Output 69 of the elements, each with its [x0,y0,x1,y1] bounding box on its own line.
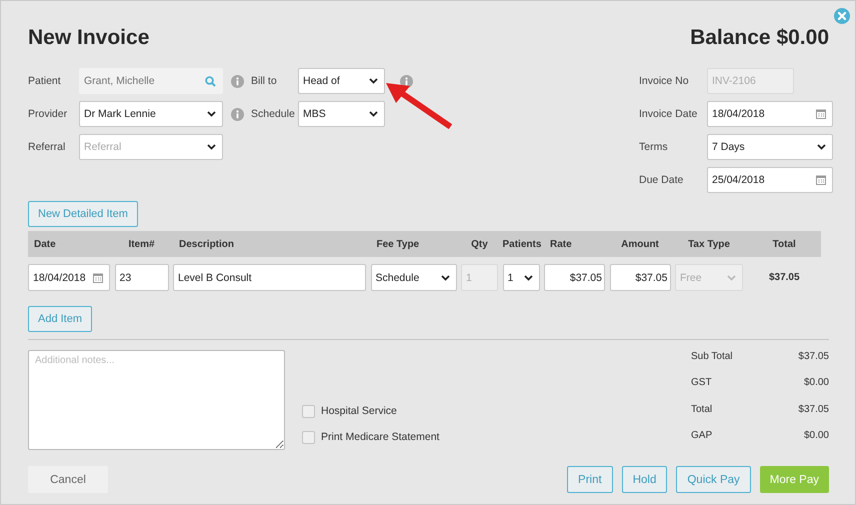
search-field[interactable]: Grant, Michelle [79,68,223,94]
calendar-icon[interactable] [93,272,103,282]
total-label: GST [691,377,712,388]
column-header: Item# [127,238,156,250]
search-icon [205,76,216,86]
column-header: Tax Type [687,238,731,250]
checkbox[interactable] [302,430,315,444]
dropdown[interactable]: 7 Days [707,134,833,160]
input-field[interactable]: $37.05 [544,264,605,291]
chevron-icon [440,274,450,280]
action-button[interactable]: Cancel [28,466,108,493]
info-icon[interactable] [400,74,412,88]
total-value: $0.00 [804,377,829,388]
field-label: Due Date [639,174,684,186]
chevron-icon [369,111,378,117]
balance-amount: Balance $0.00 [690,26,829,50]
close-icon[interactable] [834,8,850,24]
column-header: Rate [549,238,573,250]
calendar-icon[interactable] [816,175,826,185]
dialog-title: New Invoice [28,26,150,50]
dropdown[interactable]: Dr Mark Lennie [79,101,223,127]
dropdown[interactable]: 1 [502,264,540,291]
chevron-icon [817,144,826,150]
field-label: Invoice Date [639,108,698,120]
checkbox-label: Print Medicare Statement [321,431,440,443]
field-label: Bill to [251,75,278,87]
checkbox-label: Hospital Service [321,405,397,417]
chevron-icon [727,274,736,280]
field-label: Schedule [251,108,296,120]
column-header: Fee Type [376,238,420,250]
column-header: Patients [502,238,540,250]
calendar-icon[interactable] [816,109,826,119]
notes-field[interactable]: Additional notes... [28,350,285,450]
column-header: Date [33,238,57,250]
dropdown[interactable]: MBS [298,101,385,127]
column-header: Amount [620,238,660,250]
total-label: Sub Total [691,350,733,362]
total-value: $37.05 [798,350,829,362]
table-cell-text: $37.05 [768,272,801,283]
field-label: Referral [28,141,66,153]
pointer-arrow [384,81,452,131]
field-label: Terms [639,141,669,153]
date-field[interactable]: 18/04/2018 [707,101,833,127]
column-header: Description [178,238,236,250]
checkbox[interactable] [302,404,315,418]
dropdown[interactable]: Schedule [370,264,456,291]
total-label: GAP [691,430,712,442]
field-label: Provider [28,108,68,120]
chevron-icon [207,111,216,117]
date-field[interactable]: 25/04/2018 [707,167,833,193]
field-label: Invoice No [639,75,690,87]
info-icon[interactable] [230,108,244,120]
total-label: Total [691,404,712,415]
chevron-icon [369,78,378,84]
total-value: $37.05 [798,404,829,415]
input-field[interactable]: 23 [114,264,168,291]
column-header: Qty [470,238,489,250]
input-field: INV-2106 [707,68,794,94]
column-header: Total [772,238,797,250]
input-field: 1 [461,264,498,291]
chevron-icon [207,144,216,150]
total-value: $0.00 [804,430,829,442]
chevron-icon [524,274,532,280]
input-field[interactable]: $37.05 [610,264,670,291]
info-icon[interactable] [230,74,244,88]
date-field[interactable]: 18/04/2018 [28,264,110,291]
dropdown[interactable]: Head of [298,68,385,94]
input-field[interactable]: Level B Consult [173,264,366,291]
field-label: Patient [28,75,62,87]
